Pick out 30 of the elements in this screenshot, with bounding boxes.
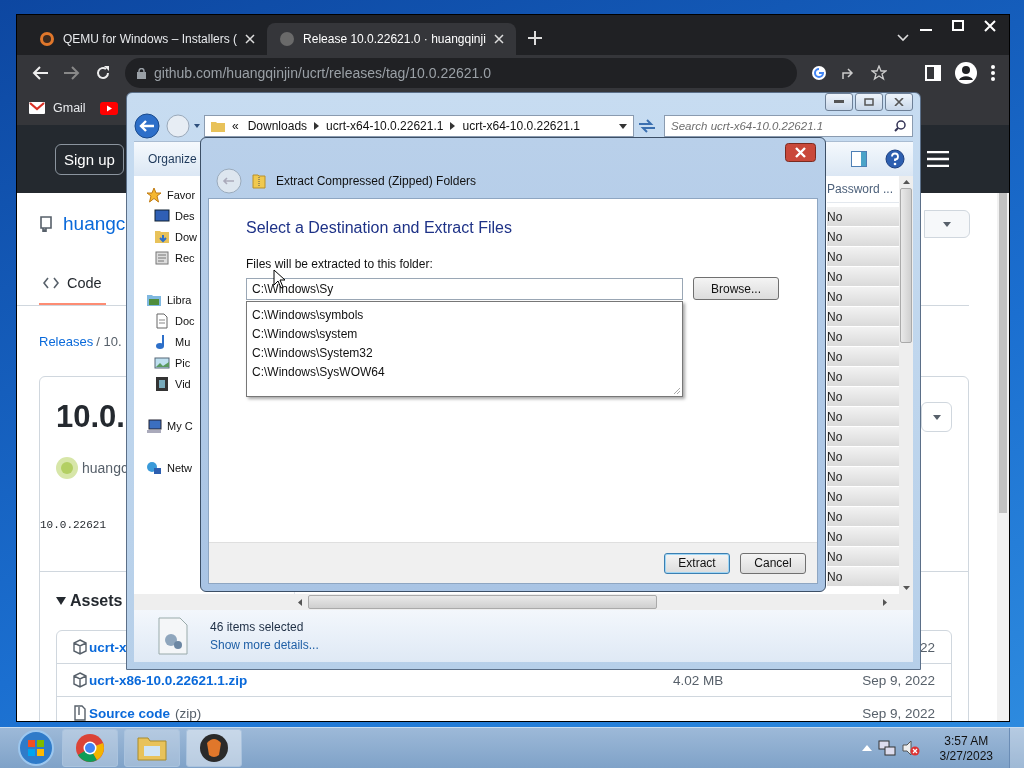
table-cell: No — [827, 447, 899, 466]
table-cell: No — [827, 287, 899, 306]
table-cell: No — [827, 207, 899, 226]
asset-date: Sep 9, 2022 — [861, 672, 935, 688]
table-cell: No — [827, 347, 899, 366]
asset-date: 22 — [918, 639, 935, 655]
release-title: 10.0. — [56, 399, 125, 435]
selection-count: 46 items selected — [210, 620, 305, 634]
table-cell: No — [827, 267, 899, 286]
table-cell: No — [827, 507, 899, 526]
asset-size: 4.02 MB — [673, 672, 725, 688]
table-cell: No — [827, 407, 899, 426]
breadcrumb-text: / 10. — [96, 333, 122, 349]
dialog-heading: Select a Destination and Extract Files — [246, 219, 513, 237]
table-cell: No — [827, 427, 899, 446]
table-cell: No — [827, 547, 899, 566]
dialog-title: Extract Compressed (Zipped) Folders — [276, 174, 477, 188]
table-cell: No — [827, 527, 899, 546]
asset-date: Sep 9, 2022 — [861, 705, 935, 721]
asset-type: (zip) — [175, 705, 202, 721]
table-cell: No — [827, 227, 899, 246]
table-cell: No — [827, 487, 899, 506]
table-cell: No — [827, 247, 899, 266]
table-cell: No — [827, 327, 899, 346]
table-cell: No — [827, 567, 899, 586]
table-cell: No — [827, 367, 899, 386]
table-cell: No — [827, 467, 899, 486]
table-cell: No — [827, 387, 899, 406]
field-label: Files will be extracted to this folder: — [246, 257, 434, 271]
table-cell: No — [827, 307, 899, 326]
